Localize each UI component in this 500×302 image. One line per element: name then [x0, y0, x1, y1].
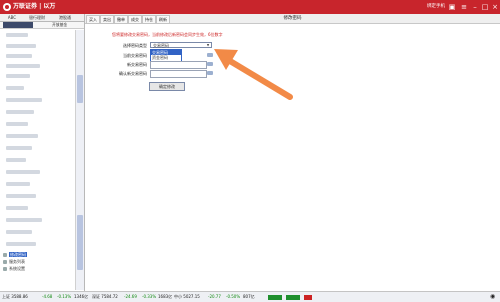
market-spark-icon [304, 295, 312, 300]
annotation-arrow-icon [214, 49, 293, 100]
arrow-shaft [222, 55, 293, 100]
status-bar: 上证 3588.86 -4.68 -0.13% 1346亿 深证 7584.72… [0, 291, 500, 302]
market-spark-icon [286, 295, 300, 300]
market-spark-icon [268, 295, 282, 300]
